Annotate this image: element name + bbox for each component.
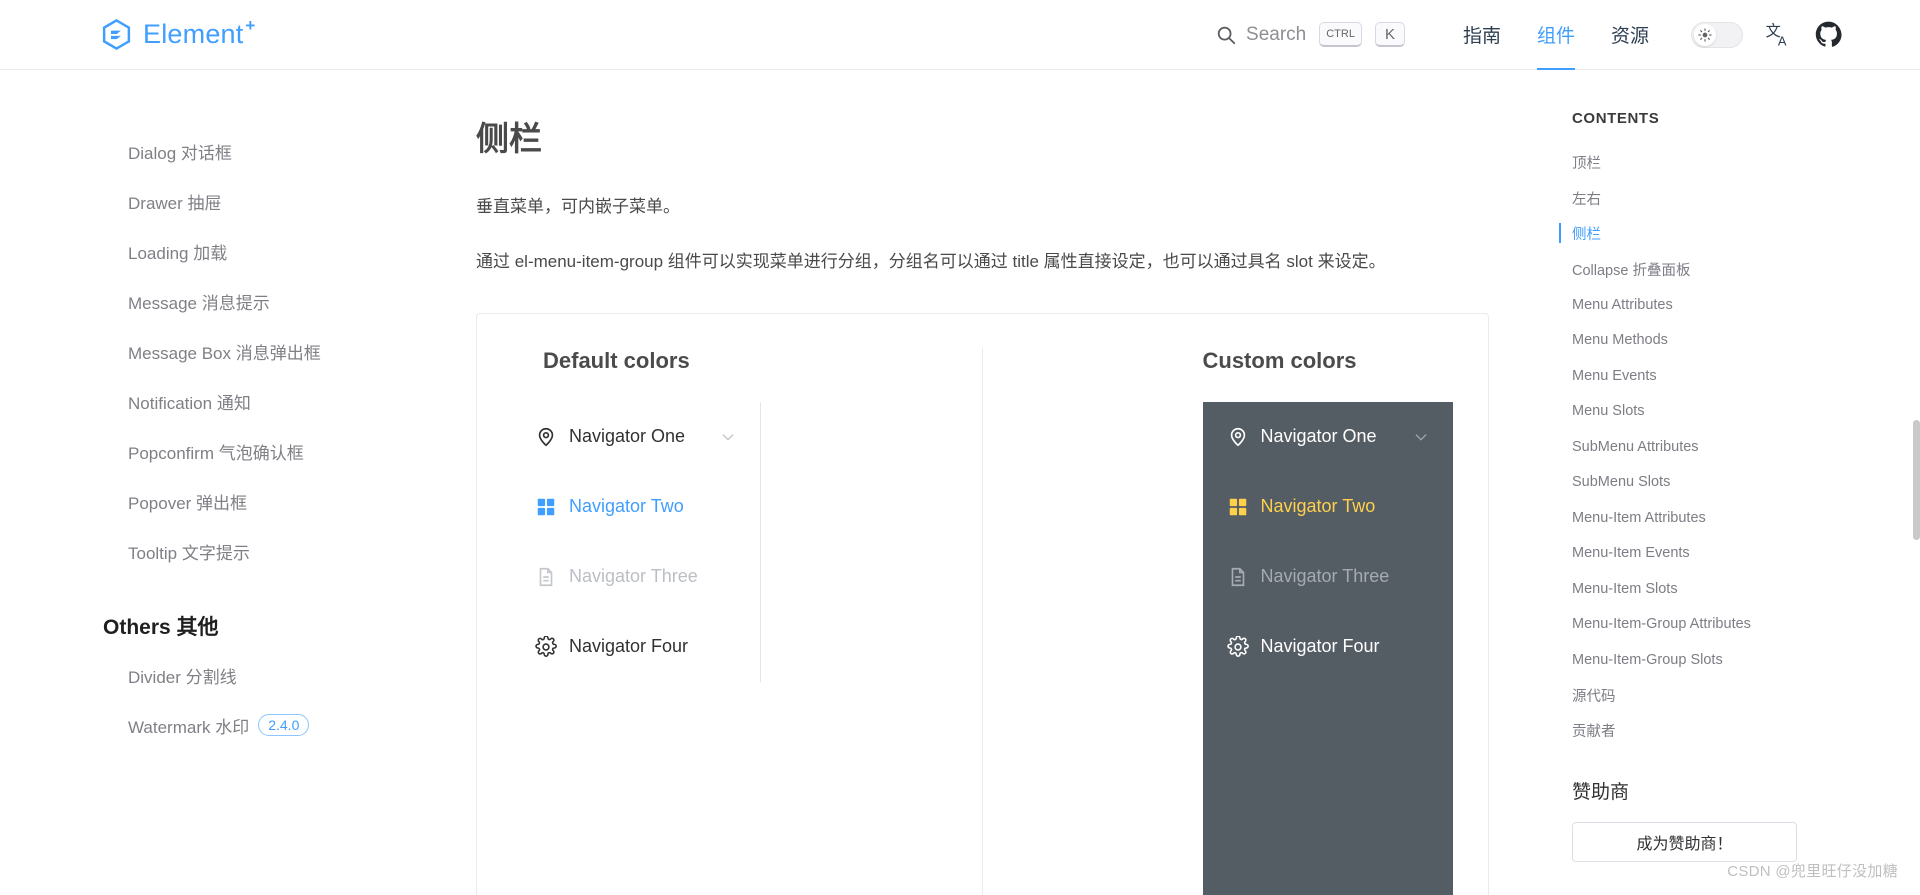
brand-name: Element +	[143, 16, 255, 50]
search-label: Search	[1246, 23, 1307, 45]
toc-item-menu-item-slots[interactable]: Menu-Item Slots	[1572, 571, 1920, 607]
sidebar-item-watermark-label: Watermark 水印	[128, 717, 250, 737]
intro-paragraph-2: 通过 el-menu-item-group 组件可以实现菜单进行分组，分组名可以…	[476, 251, 1386, 271]
sidebar-group-title-others: Others 其他	[103, 616, 219, 639]
menu-item-navigator-one-custom[interactable]: Navigator One	[1203, 402, 1453, 472]
toc-item-collapse[interactable]: Collapse 折叠面板	[1572, 252, 1920, 288]
sidebar-item-drawer[interactable]: Drawer 抽屉	[0, 176, 420, 226]
top-header: Element + Search CTRL K 指南 组件 资源 文 A	[0, 0, 1920, 70]
kbd-k: K	[1374, 22, 1405, 47]
menu-custom: Navigator One Navigator Two Navigator Th…	[1202, 401, 1453, 895]
menu-item-label: Navigator One	[569, 426, 686, 447]
toc-item-submenu-slots[interactable]: SubMenu Slots	[1572, 465, 1920, 501]
main-content: 侧栏 垂直菜单，可内嵌子菜单。 通过 el-menu-item-group 组件…	[420, 70, 1545, 895]
github-icon[interactable]	[1815, 21, 1842, 48]
page-scrollbar-thumb[interactable]	[1913, 420, 1920, 540]
document-icon	[539, 567, 553, 586]
menu-item-label: Navigator Four	[1260, 636, 1380, 657]
brand-logo-link[interactable]: Element +	[100, 16, 255, 51]
toc-item-menu-item-group-slots[interactable]: Menu-Item-Group Slots	[1572, 642, 1920, 678]
toc-title: CONTENTS	[1572, 110, 1660, 127]
version-badge: 2.4.0	[258, 713, 310, 737]
menu-item-label: Navigator Two	[1260, 496, 1376, 517]
menu-item-label: Navigator Four	[569, 636, 689, 657]
chevron-down-icon	[1415, 434, 1426, 441]
menu-item-label: Navigator One	[1260, 426, 1377, 447]
sun-icon	[1698, 27, 1712, 42]
header-tools: 文 A	[1691, 21, 1842, 49]
menu-item-label: Navigator Three	[569, 566, 698, 587]
menu-item-navigator-two-custom[interactable]: Navigator Two	[1203, 472, 1453, 542]
search-icon	[1215, 24, 1237, 46]
left-sidebar: Dialog 对话框 Drawer 抽屉 Loading 加载 Message …	[0, 70, 420, 895]
sidebar-item-message-box[interactable]: Message Box 消息弹出框	[0, 326, 420, 376]
nav-link-resources[interactable]: 资源	[1593, 0, 1667, 70]
gear-icon	[535, 635, 557, 657]
demo-card-body: Default colors Navigator One Navigator T…	[477, 314, 1488, 895]
toc-item-menu-attributes[interactable]: Menu Attributes	[1572, 287, 1920, 323]
sidebar-item-popover[interactable]: Popover 弹出框	[0, 476, 420, 526]
toc-item-top-bar[interactable]: 顶栏	[1572, 145, 1920, 181]
grid-icon	[1229, 498, 1246, 516]
toc-item-source-code[interactable]: 源代码	[1572, 678, 1920, 714]
menu-item-navigator-one[interactable]: Navigator One	[511, 402, 760, 472]
menu-item-label: Navigator Two	[569, 496, 684, 517]
menu-item-navigator-three: Navigator Three	[511, 542, 760, 612]
nav-link-guide[interactable]: 指南	[1445, 0, 1519, 70]
sidebar-item-loading[interactable]: Loading 加载	[0, 226, 420, 276]
sidebar-item-divider[interactable]: Divider 分割线	[0, 650, 420, 700]
location-pin-icon	[1230, 427, 1245, 447]
menu-item-navigator-two[interactable]: Navigator Two	[511, 472, 760, 542]
toc-item-contributors[interactable]: 贡献者	[1572, 713, 1920, 749]
demo-default-colors-column: Default colors Navigator One Navigator T…	[511, 347, 983, 895]
sidebar-item-watermark[interactable]: Watermark 水印 2.4.0	[0, 700, 420, 750]
sidebar-item-dialog[interactable]: Dialog 对话框	[0, 126, 420, 176]
element-hexagon-logo-icon	[100, 18, 133, 51]
menu-default: Navigator One Navigator Two Navigator Th…	[511, 401, 761, 682]
toc-item-submenu-attributes[interactable]: SubMenu Attributes	[1572, 429, 1920, 465]
main-nav: 指南 组件 资源	[1445, 0, 1667, 70]
menu-item-navigator-four[interactable]: Navigator Four	[511, 612, 760, 682]
svg-text:A: A	[1778, 33, 1787, 48]
toc-item-menu-slots[interactable]: Menu Slots	[1572, 394, 1920, 430]
sidebar-item-tooltip[interactable]: Tooltip 文字提示	[0, 526, 420, 576]
toc-item-menu-item-events[interactable]: Menu-Item Events	[1572, 536, 1920, 572]
toc-item-menu-item-attributes[interactable]: Menu-Item Attributes	[1572, 500, 1920, 536]
translate-icon[interactable]: 文 A	[1765, 21, 1793, 49]
sidebar-item-message[interactable]: Message 消息提示	[0, 276, 420, 326]
toc-item-menu-methods[interactable]: Menu Methods	[1572, 323, 1920, 359]
sponsor-section-title: 赞助商	[1572, 781, 1630, 803]
toc-item-sidebar[interactable]: 侧栏	[1559, 216, 1920, 252]
menu-item-navigator-three-custom: Navigator Three	[1203, 542, 1453, 612]
menu-item-label: Navigator Three	[1260, 566, 1390, 587]
nav-link-components[interactable]: 组件	[1519, 0, 1593, 70]
header-right-cluster: Search CTRL K 指南 组件 资源 文 A	[1205, 0, 1842, 70]
toc-item-menu-events[interactable]: Menu Events	[1572, 358, 1920, 394]
demo-default-colors-title: Default colors	[543, 347, 690, 373]
chevron-down-icon	[722, 434, 734, 441]
page-title: 侧栏	[476, 120, 542, 157]
demo-custom-colors-column: Custom colors Navigator One Navigator Tw…	[983, 348, 1455, 895]
theme-toggle[interactable]	[1691, 21, 1743, 48]
location-pin-icon	[538, 427, 554, 447]
demo-card: Default colors Navigator One Navigator T…	[476, 312, 1489, 895]
toc-item-left-right[interactable]: 左右	[1572, 181, 1920, 217]
become-sponsor-button[interactable]: 成为赞助商！	[1572, 821, 1797, 862]
search-button[interactable]: Search CTRL K	[1205, 18, 1415, 51]
gear-icon	[1226, 635, 1249, 657]
watermark-text: CSDN @兜里旺仔没加糖	[1727, 863, 1898, 880]
sidebar-item-popconfirm[interactable]: Popconfirm 气泡确认框	[0, 426, 420, 476]
menu-item-navigator-four-custom[interactable]: Navigator Four	[1203, 612, 1453, 682]
kbd-ctrl: CTRL	[1319, 22, 1362, 47]
table-of-contents: CONTENTS 顶栏 左右 侧栏 Collapse 折叠面板 Menu Att…	[1545, 70, 1920, 895]
demo-custom-colors-title: Custom colors	[1202, 347, 1357, 373]
document-icon	[1231, 567, 1244, 586]
sidebar-item-notification[interactable]: Notification 通知	[0, 376, 420, 426]
brand-name-text: Element	[143, 19, 244, 49]
brand-plus-mark: +	[245, 16, 256, 35]
theme-toggle-knob	[1694, 23, 1716, 46]
toc-item-menu-item-group-attributes[interactable]: Menu-Item-Group Attributes	[1572, 607, 1920, 643]
grid-icon	[537, 498, 555, 516]
intro-paragraph-1: 垂直菜单，可内嵌子菜单。	[476, 197, 680, 216]
